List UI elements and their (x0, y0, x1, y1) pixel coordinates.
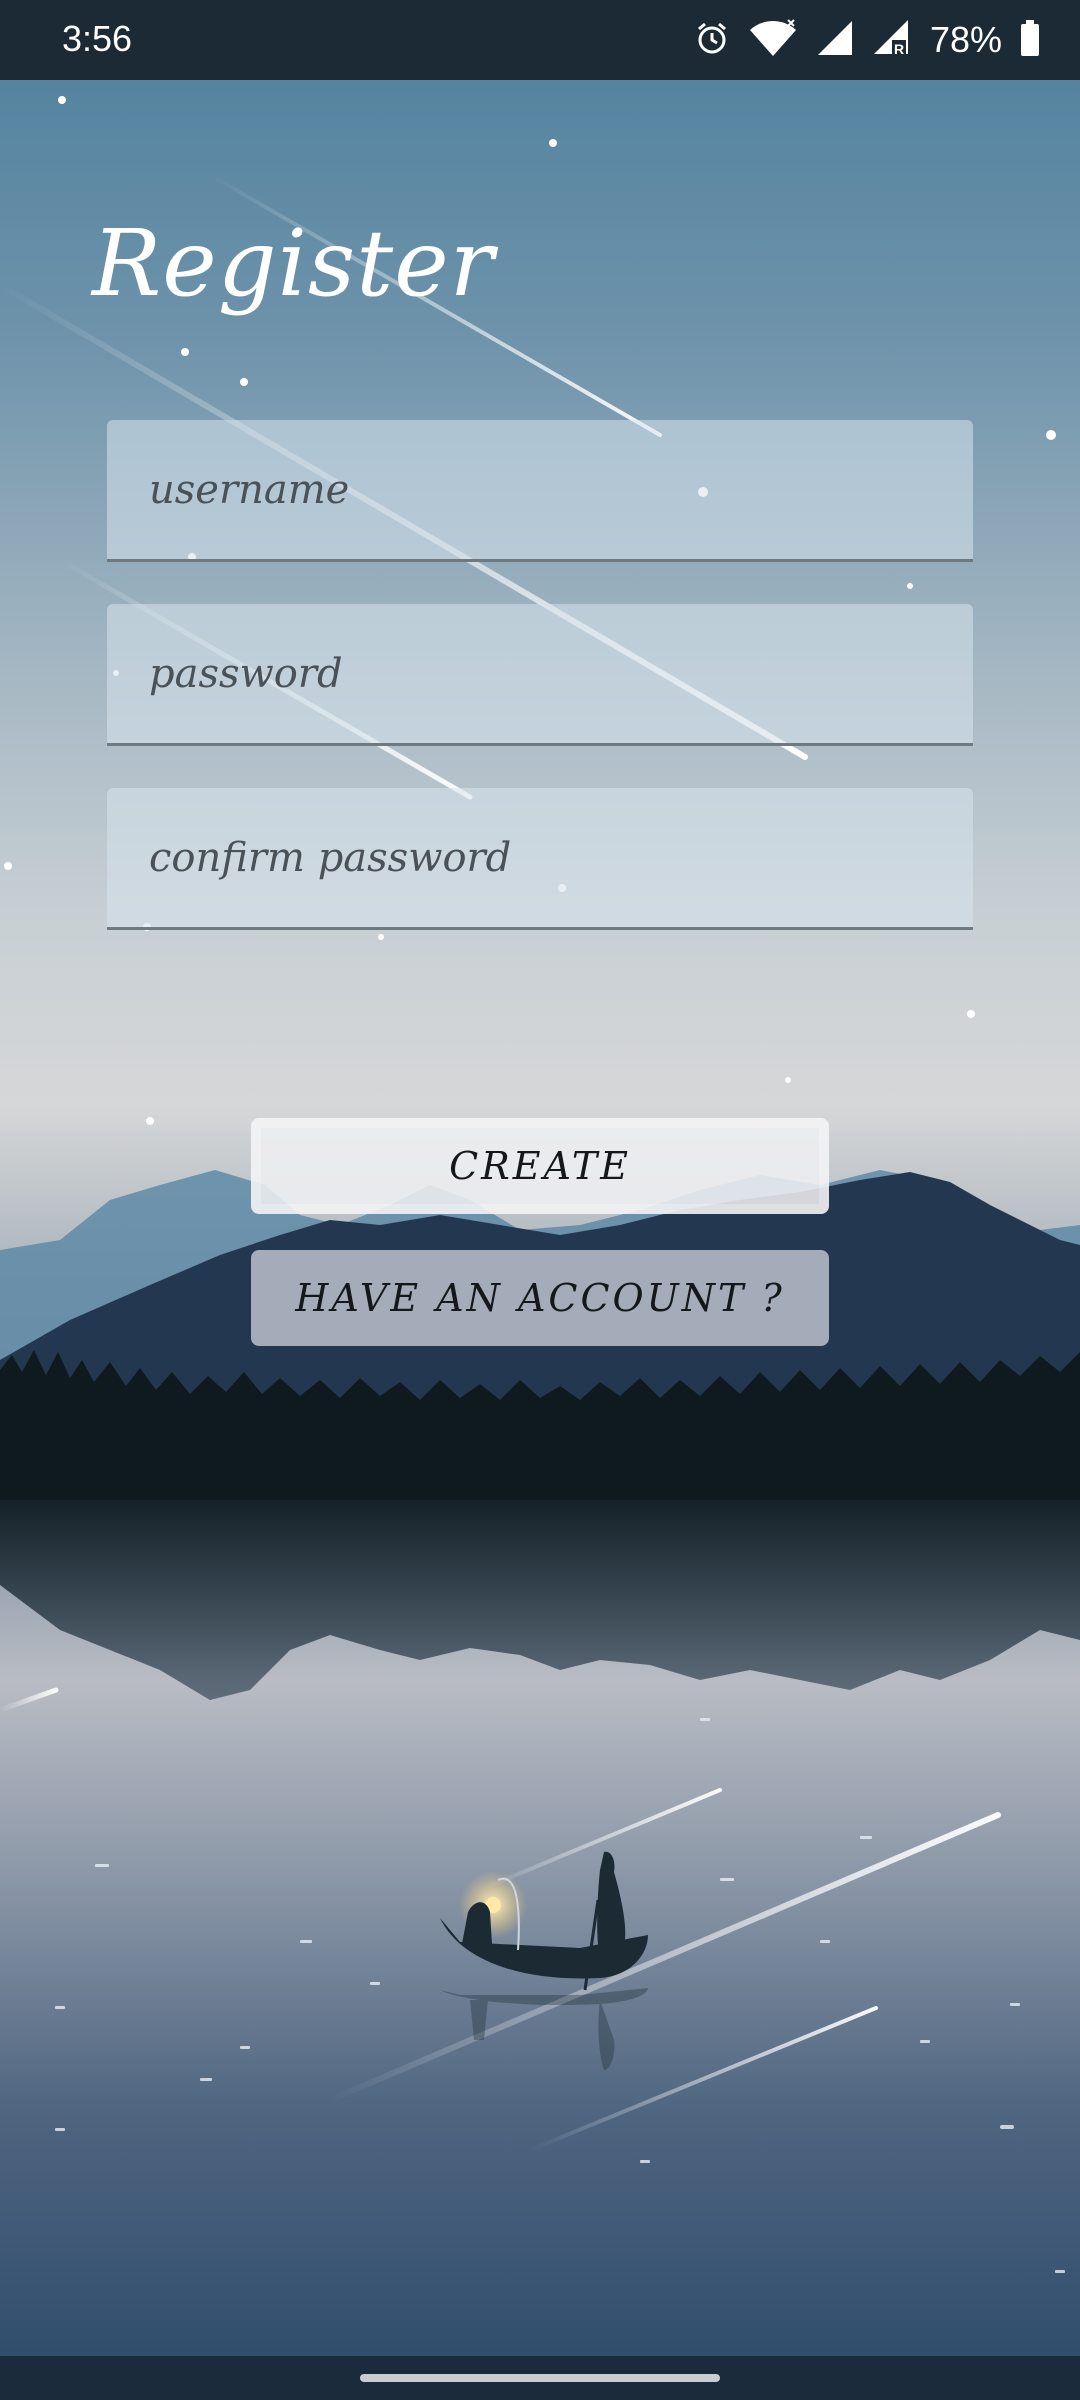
status-time: 3:56 (62, 18, 133, 59)
navigation-bar (0, 2356, 1080, 2400)
register-screen: 3:56 R 78% Register username CREATE HAVE… (0, 0, 1080, 2400)
password-input[interactable] (107, 604, 973, 743)
status-icons: R 78% (694, 18, 1040, 62)
page-title: Register (92, 210, 495, 317)
wifi-icon (748, 18, 798, 62)
battery-icon (1020, 20, 1040, 60)
confirm-password-input[interactable] (107, 788, 973, 927)
lake-reflection (0, 1495, 1080, 1700)
battery-percent: 78% (929, 19, 1002, 60)
signal-icon (816, 19, 854, 61)
signal-roaming-icon: R (872, 18, 912, 62)
password-field (107, 604, 973, 746)
username-input[interactable] (107, 420, 973, 559)
confirm-password-field (107, 788, 973, 930)
svg-text:R: R (894, 41, 904, 57)
status-bar: 3:56 R 78% (0, 0, 1080, 80)
username-field (107, 420, 973, 562)
alarm-icon (694, 20, 730, 60)
create-button[interactable]: CREATE (251, 1118, 829, 1214)
home-gesture-handle[interactable] (360, 2374, 720, 2382)
have-account-button[interactable]: HAVE AN ACCOUNT ? (251, 1250, 829, 1346)
